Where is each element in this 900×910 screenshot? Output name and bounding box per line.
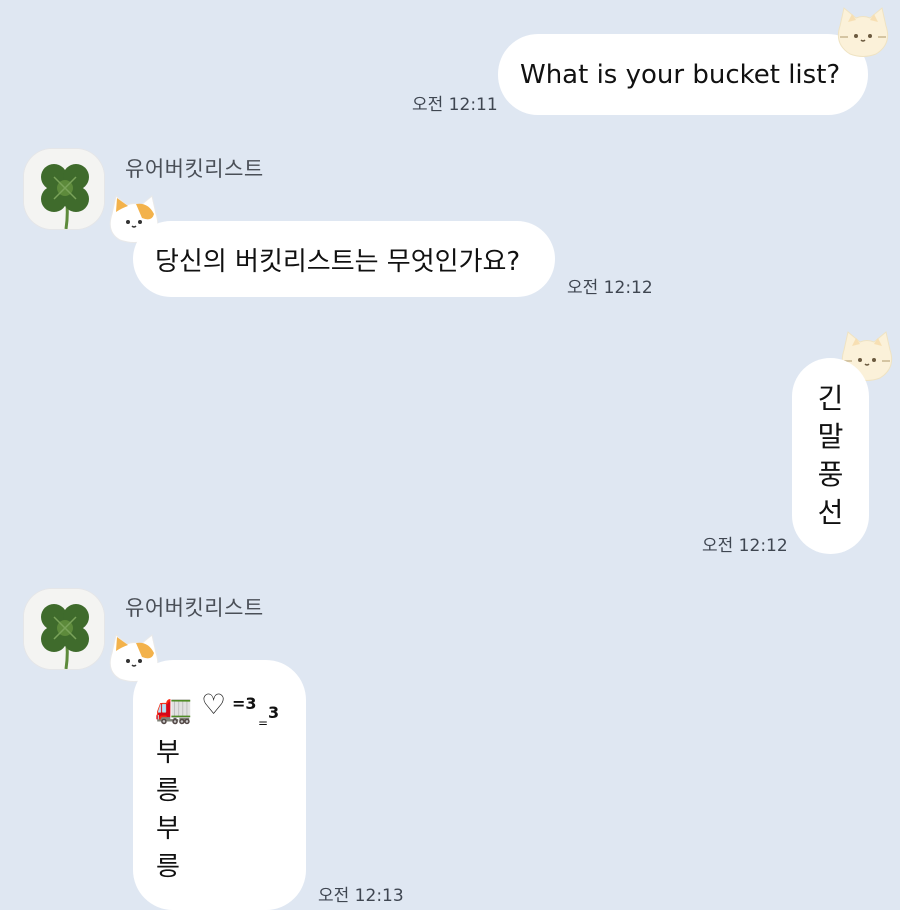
message-char: 선 <box>817 496 844 529</box>
sender-name: 유어버킷리스트 <box>125 157 264 181</box>
message-char: 풍 <box>817 458 844 491</box>
message-char: 부 <box>156 738 180 768</box>
message-char: 말 <box>817 420 844 453</box>
heart-icon: ♡ <box>201 688 227 721</box>
four-leaf-clover-icon <box>24 149 104 229</box>
message-char: 긴 <box>817 382 844 415</box>
truck-icon: 🚛 <box>155 691 193 726</box>
message-text: 당신의 버킷리스트는 무엇인가요? <box>155 246 521 277</box>
emoji-line: 🚛 ♡ =3 = 3 <box>155 688 295 730</box>
incoming-message-bubble[interactable]: 당신의 버킷리스트는 무엇인가요? <box>133 221 555 297</box>
cat-sticker-icon <box>832 4 894 58</box>
incoming-message-bubble[interactable]: 🚛 ♡ =3 = 3 부 릉 부 릉 <box>133 660 306 910</box>
vertical-text: 부 릉 부 릉 <box>152 734 184 886</box>
message-char: 릉 <box>156 852 180 882</box>
message-text: What is your bucket list? <box>520 59 841 90</box>
message-char: 릉 <box>156 776 180 806</box>
message-timestamp: 오전 12:12 <box>702 536 788 556</box>
puff-num: 3 <box>268 703 280 722</box>
four-leaf-clover-icon <box>24 589 104 669</box>
sender-name: 유어버킷리스트 <box>125 596 264 620</box>
sender-avatar[interactable] <box>24 589 104 669</box>
message-char: 부 <box>156 814 180 844</box>
message-timestamp: 오전 12:13 <box>318 886 404 906</box>
outgoing-message-bubble[interactable]: 긴 말 풍 선 <box>792 358 869 554</box>
message-timestamp: 오전 12:11 <box>412 95 498 115</box>
message-timestamp: 오전 12:12 <box>567 278 653 298</box>
outgoing-message-bubble[interactable]: What is your bucket list? <box>498 34 868 115</box>
puff-eq: = <box>258 716 269 730</box>
sender-avatar[interactable] <box>24 149 104 229</box>
puff-text: =3 <box>232 694 257 713</box>
